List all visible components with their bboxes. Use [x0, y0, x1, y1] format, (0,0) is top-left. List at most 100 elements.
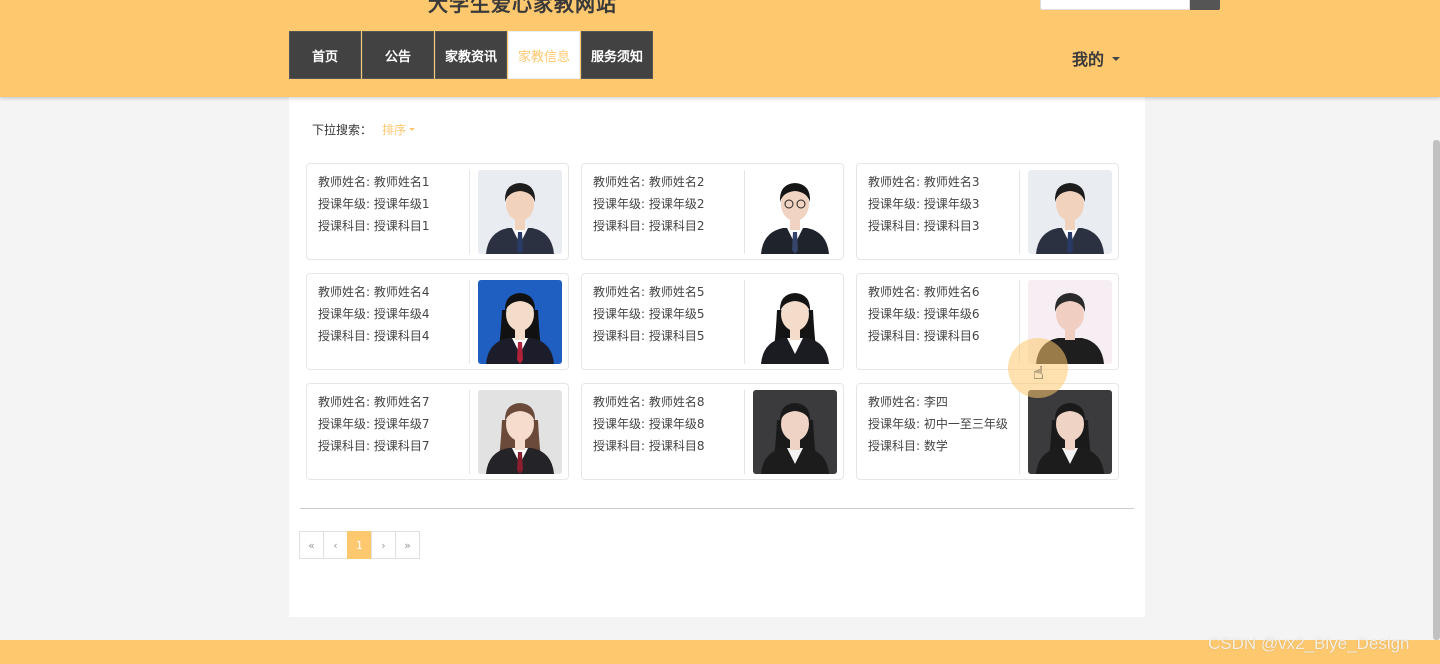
- teacher-grade: 授课年级7: [373, 417, 430, 431]
- teacher-grade-row: 授课年级: 授课年级3: [868, 193, 980, 215]
- grade-label: 授课年级:: [318, 307, 371, 321]
- nav-service-notice[interactable]: 服务须知: [581, 31, 653, 79]
- teacher-photo[interactable]: [478, 390, 562, 474]
- teacher-name: 教师姓名2: [648, 175, 705, 189]
- teacher-photo[interactable]: [753, 170, 837, 254]
- teacher-photo[interactable]: [753, 390, 837, 474]
- page-next-button[interactable]: ›: [371, 531, 396, 559]
- subject-label: 授课科目:: [318, 329, 371, 343]
- divider: [300, 508, 1134, 509]
- card-divider: [469, 280, 470, 364]
- teacher-card[interactable]: 教师姓名: 教师姓名5 授课年级: 授课年级5 授课科目: 授课科目5: [581, 273, 844, 370]
- teacher-subject: 授课科目5: [648, 329, 705, 343]
- teacher-name-row: 教师姓名: 教师姓名6: [868, 281, 980, 303]
- teacher-info: 教师姓名: 教师姓名3 授课年级: 授课年级3 授课科目: 授课科目3: [868, 171, 980, 237]
- teacher-grade-row: 授课年级: 授课年级8: [593, 413, 705, 435]
- teacher-info: 教师姓名: 教师姓名8 授课年级: 授课年级8 授课科目: 授课科目8: [593, 391, 705, 457]
- teacher-name-row: 教师姓名: 教师姓名7: [318, 391, 430, 413]
- teacher-grade: 授课年级6: [923, 307, 980, 321]
- name-label: 教师姓名:: [318, 285, 371, 299]
- teacher-info: 教师姓名: 教师姓名1 授课年级: 授课年级1 授课科目: 授课科目1: [318, 171, 430, 237]
- user-menu-label: 我的: [1072, 50, 1105, 69]
- teacher-subject-row: 授课科目: 授课科目7: [318, 435, 430, 457]
- teacher-subject: 授课科目3: [923, 219, 980, 233]
- teacher-name: 教师姓名4: [373, 285, 430, 299]
- hand-cursor-icon: ☝: [1033, 363, 1044, 384]
- name-label: 教师姓名:: [868, 175, 921, 189]
- teacher-name-row: 教师姓名: 教师姓名4: [318, 281, 430, 303]
- teacher-grade: 授课年级1: [373, 197, 430, 211]
- teacher-subject: 授课科目8: [648, 439, 705, 453]
- teacher-card[interactable]: 教师姓名: 教师姓名7 授课年级: 授课年级7 授课科目: 授课科目7: [306, 383, 569, 480]
- teacher-card[interactable]: 教师姓名: 教师姓名2 授课年级: 授课年级2 授课科目: 授课科目2: [581, 163, 844, 260]
- teacher-grade-row: 授课年级: 授课年级2: [593, 193, 705, 215]
- filter-bar: 下拉搜索： 排序: [312, 121, 416, 138]
- teacher-grade-row: 授课年级: 授课年级7: [318, 413, 430, 435]
- teacher-name: 教师姓名7: [373, 395, 430, 409]
- teacher-subject-row: 授课科目: 数学: [868, 435, 1008, 457]
- teacher-subject: 授课科目1: [373, 219, 430, 233]
- name-label: 教师姓名:: [593, 285, 646, 299]
- search-input[interactable]: [1040, 0, 1190, 10]
- scrollbar[interactable]: [1433, 140, 1440, 640]
- grade-label: 授课年级:: [593, 417, 646, 431]
- teacher-grade-row: 授课年级: 授课年级4: [318, 303, 430, 325]
- subject-label: 授课科目:: [593, 329, 646, 343]
- teacher-photo[interactable]: [478, 280, 562, 364]
- card-divider: [1019, 390, 1020, 474]
- grade-label: 授课年级:: [318, 417, 371, 431]
- name-label: 教师姓名:: [318, 395, 371, 409]
- page-current-button[interactable]: 1: [347, 531, 372, 559]
- teacher-photo[interactable]: [1028, 170, 1112, 254]
- chevron-down-icon: [409, 128, 416, 131]
- teacher-name: 教师姓名1: [373, 175, 430, 189]
- teacher-card[interactable]: 教师姓名: 李四 授课年级: 初中一至三年级 授课科目: 数学: [856, 383, 1119, 480]
- teacher-grade-row: 授课年级: 授课年级1: [318, 193, 430, 215]
- teacher-card[interactable]: 教师姓名: 教师姓名4 授课年级: 授课年级4 授课科目: 授课科目4: [306, 273, 569, 370]
- nav-tutoring-info[interactable]: 家教信息: [508, 31, 580, 79]
- nav-home[interactable]: 首页: [289, 31, 361, 79]
- teacher-info: 教师姓名: 教师姓名7 授课年级: 授课年级7 授课科目: 授课科目7: [318, 391, 430, 457]
- card-divider: [469, 390, 470, 474]
- nav-tutoring-news[interactable]: 家教资讯: [435, 31, 507, 79]
- sort-dropdown[interactable]: 排序: [382, 121, 416, 138]
- teacher-info: 教师姓名: 教师姓名6 授课年级: 授课年级6 授课科目: 授课科目6: [868, 281, 980, 347]
- teacher-subject: 数学: [923, 439, 948, 453]
- card-divider: [744, 280, 745, 364]
- grade-label: 授课年级:: [868, 417, 921, 431]
- name-label: 教师姓名:: [593, 395, 646, 409]
- teacher-info: 教师姓名: 教师姓名5 授课年级: 授课年级5 授课科目: 授课科目5: [593, 281, 705, 347]
- teacher-card[interactable]: 教师姓名: 教师姓名6 授课年级: 授课年级6 授课科目: 授课科目6: [856, 273, 1119, 370]
- subject-label: 授课科目:: [593, 439, 646, 453]
- teacher-grade: 初中一至三年级: [923, 417, 1008, 431]
- watermark: CSDN @vx2_Biye_Design: [1208, 634, 1410, 653]
- teacher-grade: 授课年级3: [923, 197, 980, 211]
- grade-label: 授课年级:: [868, 307, 921, 321]
- nav-announcements[interactable]: 公告: [362, 31, 434, 79]
- teacher-photo[interactable]: [1028, 390, 1112, 474]
- page-prev-button[interactable]: ‹: [323, 531, 348, 559]
- teacher-subject-row: 授课科目: 授课科目6: [868, 325, 980, 347]
- teacher-grade-row: 授课年级: 授课年级6: [868, 303, 980, 325]
- page-last-button[interactable]: »: [395, 531, 420, 559]
- teacher-name: 教师姓名5: [648, 285, 705, 299]
- user-menu[interactable]: 我的: [1072, 46, 1121, 70]
- teacher-photo[interactable]: [478, 170, 562, 254]
- page-first-button[interactable]: «: [299, 531, 324, 559]
- subject-label: 授课科目:: [868, 329, 921, 343]
- subject-label: 授课科目:: [593, 219, 646, 233]
- teacher-info: 教师姓名: 教师姓名4 授课年级: 授课年级4 授课科目: 授课科目4: [318, 281, 430, 347]
- teacher-grade: 授课年级8: [648, 417, 705, 431]
- teacher-card[interactable]: 教师姓名: 教师姓名8 授课年级: 授课年级8 授课科目: 授课科目8: [581, 383, 844, 480]
- teacher-card[interactable]: 教师姓名: 教师姓名3 授课年级: 授课年级3 授课科目: 授课科目3: [856, 163, 1119, 260]
- name-label: 教师姓名:: [318, 175, 371, 189]
- card-divider: [1019, 170, 1020, 254]
- search-button[interactable]: [1190, 0, 1220, 10]
- sort-label: 排序: [382, 123, 407, 137]
- teacher-grade: 授课年级5: [648, 307, 705, 321]
- card-divider: [744, 170, 745, 254]
- teacher-subject: 授课科目2: [648, 219, 705, 233]
- teacher-photo[interactable]: [753, 280, 837, 364]
- teacher-card[interactable]: 教师姓名: 教师姓名1 授课年级: 授课年级1 授课科目: 授课科目1: [306, 163, 569, 260]
- teacher-subject-row: 授课科目: 授课科目3: [868, 215, 980, 237]
